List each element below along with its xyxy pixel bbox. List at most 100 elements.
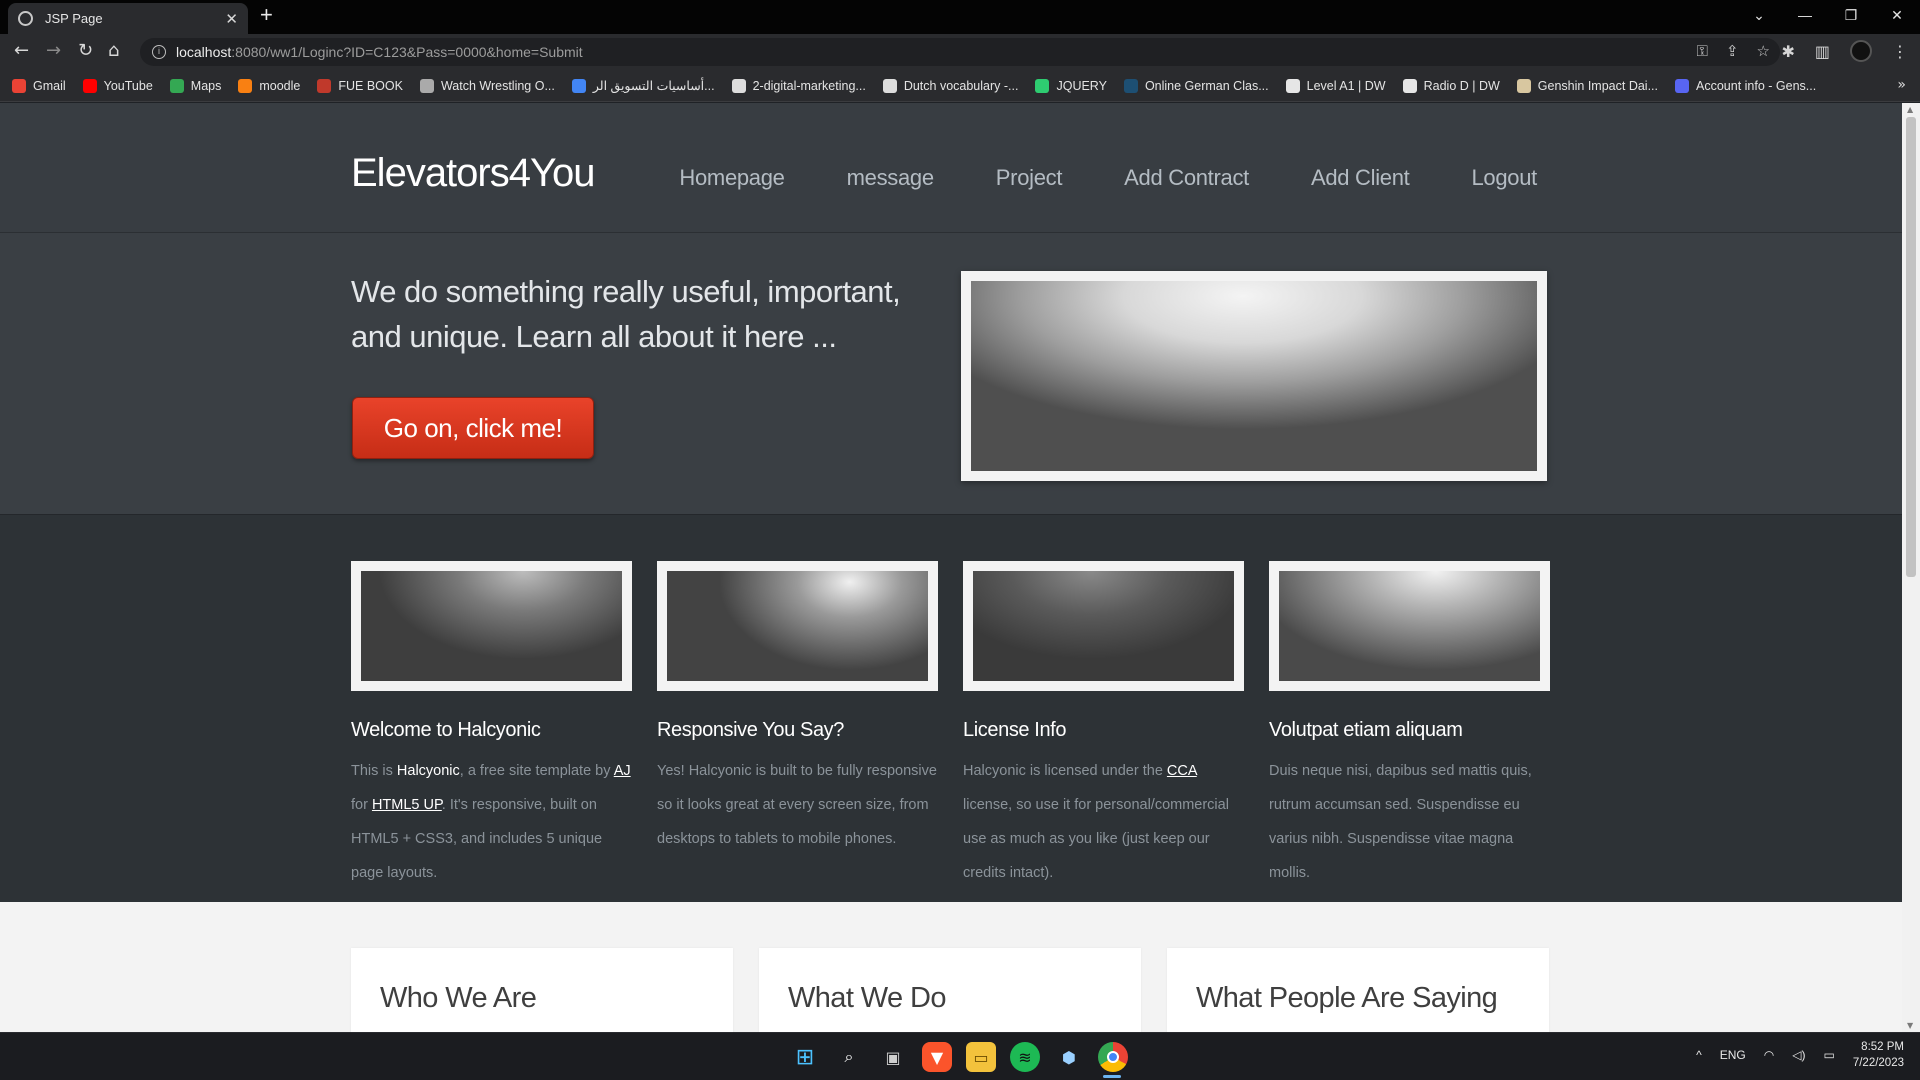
- close-tab-icon[interactable]: ✕: [225, 10, 238, 28]
- bookmark-item[interactable]: Account info - Gens...: [1675, 78, 1817, 93]
- inline-link[interactable]: AJ: [614, 763, 631, 779]
- chevron-up-icon[interactable]: ^: [1696, 1048, 1702, 1062]
- bookmark-favicon-icon: [169, 78, 184, 93]
- spotify-icon[interactable]: ≋: [1010, 1042, 1040, 1072]
- battery-icon[interactable]: ▭: [1823, 1048, 1834, 1062]
- app-icon[interactable]: ⬢: [1054, 1042, 1084, 1072]
- nav-homepage[interactable]: Homepage: [679, 165, 785, 191]
- wifi-icon[interactable]: ◠: [1764, 1048, 1774, 1062]
- feature-title: Responsive You Say?: [657, 719, 844, 741]
- side-panel-icon[interactable]: ▥: [1815, 42, 1830, 61]
- hero-text: We do something really useful, important…: [351, 274, 901, 354]
- file-explorer-icon[interactable]: ▭: [966, 1042, 996, 1072]
- box-title: Who We Are: [380, 982, 537, 1014]
- bookmark-item[interactable]: Maps: [169, 78, 221, 93]
- feature-card: License Info Halcyonic is licensed under…: [963, 561, 1244, 890]
- bookmark-item[interactable]: Online German Clas...: [1123, 78, 1269, 93]
- more-bookmarks-icon[interactable]: »: [1897, 77, 1906, 93]
- bookmark-item[interactable]: Dutch vocabulary -...: [882, 78, 1018, 93]
- forward-arrow-icon[interactable]: →: [46, 40, 61, 61]
- tab-search-icon[interactable]: ⌄: [1736, 7, 1782, 24]
- nav-add-client[interactable]: Add Client: [1311, 165, 1410, 191]
- windows-start-icon[interactable]: ⊞: [790, 1042, 820, 1072]
- nav-message[interactable]: message: [847, 165, 934, 191]
- extensions-icon[interactable]: ✱: [1781, 42, 1794, 61]
- clock[interactable]: 8:52 PM 7/22/2023: [1853, 1039, 1904, 1071]
- page-scrollbar[interactable]: ▲ ▼: [1902, 103, 1920, 1032]
- clock-date: 7/22/2023: [1852, 1057, 1904, 1069]
- bookmark-label: JQUERY: [1056, 78, 1107, 93]
- restore-button[interactable]: ❐: [1828, 7, 1874, 24]
- bookmark-favicon-icon: [1675, 78, 1689, 93]
- bookmark-item[interactable]: Level A1 | DW: [1285, 78, 1386, 93]
- volume-icon[interactable]: ◁): [1792, 1048, 1805, 1062]
- feature-card: Responsive You Say? Yes! Halcyonic is bu…: [657, 561, 938, 856]
- page-viewport: Elevators4You Homepage message Project A…: [0, 103, 1902, 1032]
- cta-button[interactable]: Go on, click me!: [352, 397, 594, 459]
- bookmark-item[interactable]: Genshin Impact Dai...: [1516, 78, 1658, 93]
- site-logo[interactable]: Elevators4You: [351, 151, 595, 196]
- language-indicator[interactable]: ENG: [1720, 1048, 1746, 1062]
- new-tab-button[interactable]: +: [260, 2, 273, 28]
- close-window-button[interactable]: ✕: [1874, 7, 1920, 24]
- site-info-icon[interactable]: i: [152, 45, 166, 59]
- bookmark-label: Account info - Gens...: [1696, 78, 1817, 93]
- browser-tab-strip: JSP Page ✕ + ⌄ — ❐ ✕: [0, 0, 1920, 34]
- bookmark-favicon-icon: [1035, 78, 1050, 93]
- main-nav: Homepage message Project Add Contract Ad…: [679, 165, 1537, 191]
- bookmark-item[interactable]: أساسيات التسويق الر...: [571, 78, 715, 93]
- chrome-icon[interactable]: [1098, 1042, 1128, 1072]
- omnibox-actions: ⚿ ⇪ ☆: [1697, 42, 1770, 60]
- scroll-thumb[interactable]: [1906, 117, 1916, 577]
- avatar[interactable]: [1850, 40, 1872, 62]
- scroll-up-icon[interactable]: ▲: [1907, 105, 1913, 114]
- bookmark-label: FUE BOOK: [338, 78, 403, 93]
- toolbar-actions: ✱ ▥ ⋮: [1781, 40, 1908, 62]
- feature-title: Welcome to Halcyonic: [351, 719, 541, 741]
- body-text: for: [351, 797, 372, 813]
- brave-browser-icon[interactable]: ▼: [922, 1042, 952, 1072]
- bookmark-item[interactable]: moodle: [238, 78, 300, 93]
- feature-text: Duis neque nisi, dapibus sed mattis quis…: [1269, 754, 1550, 890]
- menu-icon[interactable]: ⋮: [1892, 42, 1908, 61]
- nav-logout[interactable]: Logout: [1472, 165, 1538, 191]
- url-path: :8080/ww1/Loginc?ID=C123&Pass=0000&home=…: [231, 44, 583, 60]
- inline-link[interactable]: CCA: [1167, 763, 1197, 779]
- scroll-down-icon[interactable]: ▼: [1907, 1021, 1913, 1030]
- bookmark-favicon-icon: [1402, 78, 1417, 93]
- reload-icon[interactable]: ↻: [78, 40, 93, 61]
- key-icon[interactable]: ⚿: [1697, 42, 1708, 60]
- box-title: What People Are Saying: [1196, 982, 1498, 1014]
- search-icon[interactable]: ⌕: [834, 1042, 864, 1072]
- bookmark-favicon-icon: [82, 78, 97, 93]
- home-icon[interactable]: ⌂: [108, 40, 119, 61]
- bookmark-favicon-icon: [1285, 78, 1300, 93]
- bookmark-star-icon[interactable]: ☆: [1757, 42, 1770, 60]
- bookmark-item[interactable]: Gmail: [12, 78, 66, 93]
- content-section: Who We Are What We Do What People Are Sa…: [0, 902, 1902, 1032]
- share-icon[interactable]: ⇪: [1726, 42, 1739, 60]
- bookmark-item[interactable]: Watch Wrestling O...: [419, 78, 555, 93]
- box-title: What We Do: [788, 982, 946, 1014]
- nav-project[interactable]: Project: [996, 165, 1063, 191]
- browser-tab[interactable]: JSP Page ✕: [8, 3, 248, 34]
- minimize-button[interactable]: —: [1782, 7, 1828, 23]
- back-arrow-icon[interactable]: ←: [14, 40, 29, 61]
- bookmark-item[interactable]: JQUERY: [1035, 78, 1107, 93]
- address-bar[interactable]: i localhost :8080/ww1/Loginc?ID=C123&Pas…: [140, 38, 1780, 66]
- bookmark-label: أساسيات التسويق الر...: [592, 79, 715, 93]
- inline-link[interactable]: HTML5 UP: [372, 797, 442, 813]
- bookmark-item[interactable]: YouTube: [82, 78, 153, 93]
- nav-add-contract[interactable]: Add Contract: [1124, 165, 1249, 191]
- feature-image: [963, 561, 1244, 691]
- content-box: What We Do: [759, 948, 1141, 1032]
- bookmark-item[interactable]: 2-digital-marketing...: [731, 78, 866, 93]
- bookmark-item[interactable]: FUE BOOK: [317, 78, 403, 93]
- bookmark-item[interactable]: Radio D | DW: [1402, 78, 1500, 93]
- bookmark-label: Level A1 | DW: [1306, 78, 1386, 93]
- bookmark-favicon-icon: [419, 78, 434, 93]
- task-view-icon[interactable]: ▣: [878, 1042, 908, 1072]
- feature-card: Volutpat etiam aliquam Duis neque nisi, …: [1269, 561, 1550, 890]
- body-text: This is: [351, 763, 397, 779]
- taskbar-apps: ⊞ ⌕ ▣ ▼ ▭ ≋ ⬢: [790, 1042, 1128, 1072]
